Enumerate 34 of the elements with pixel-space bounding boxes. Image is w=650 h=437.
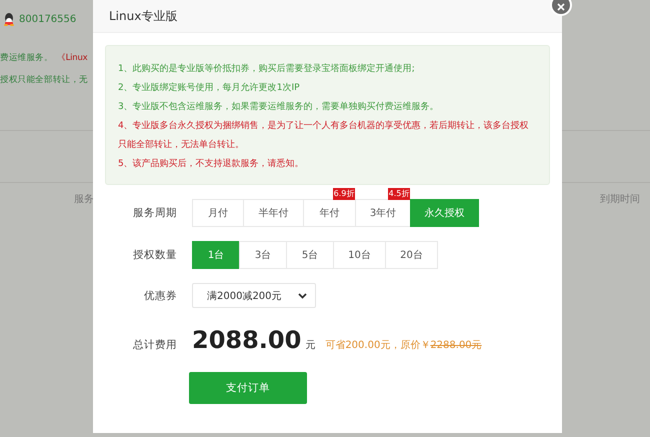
discount-badge: 4.5折 [388,188,410,200]
period-option[interactable]: 年付 [303,199,356,227]
background-link[interactable]: 《Linux [56,52,88,64]
original-price: 2288.00元 [430,339,482,352]
field-label: 优惠券 [143,288,177,302]
penguin-icon [3,13,15,26]
coupon-select[interactable]: 满2000减200元 [192,283,316,308]
notice-text: 4、专业版多台永久授权为捆绑销售，是为了让一个人有多台机器的享受优惠，若后期转让，该多台授权只能全部转让，无法单台转让。 [118,120,530,152]
savings-text: 可省200.00元，原价￥ [325,338,430,352]
currency-unit: 元 [305,339,316,352]
column-header: 到期时间 [600,194,640,205]
notice-text: 2、专业版绑定账号使用，每月允许更改1次IP [118,82,301,95]
close-icon [557,3,565,11]
chevron-down-icon [298,292,307,298]
notice-text: 1、此购买的是专业版等价抵扣券，购买后需要登录宝塔面板绑定开通使用; [118,62,416,76]
field-label: 服务周期 [132,206,177,220]
quantity-option[interactable]: 3台 [239,241,287,269]
period-option[interactable]: 3年付 [355,199,411,227]
total-amount: 2088.00 [192,326,302,354]
background-text: 授权只能全部转让，无 [0,74,88,86]
dialog-title: Linux专业版 [109,8,178,24]
discount-badge: 6.9折 [333,188,355,200]
qq-number: 800176556 [19,14,76,25]
period-option[interactable]: 半年付 [243,199,304,227]
quantity-option[interactable]: 20台 [385,241,438,269]
close-button[interactable] [550,0,572,16]
quantity-option[interactable]: 10台 [333,241,386,269]
field-label: 授权数量 [132,248,177,262]
background-text: 费运维服务。 [0,52,53,64]
field-label: 总计费用 [132,338,177,352]
period-option[interactable]: 月付 [192,199,244,227]
quantity-option[interactable]: 5台 [286,241,334,269]
notice-text: 3、专业版不包含运维服务，如果需要运维服务的，需要单独购买付费运维服务。 [118,100,440,114]
notice-text: 5、该产品购买后，不支持退款服务，请悉知。 [118,158,305,171]
